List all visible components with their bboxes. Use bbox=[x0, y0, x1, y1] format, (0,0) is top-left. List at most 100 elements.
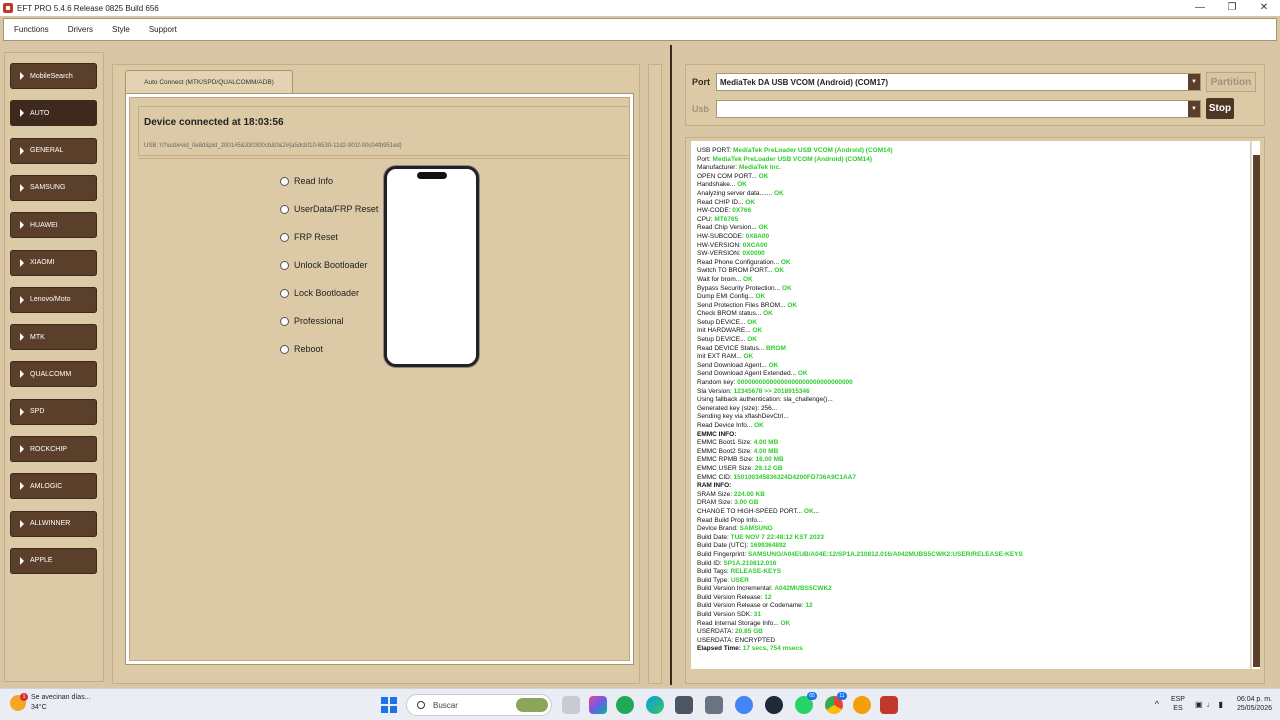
windows-start-icon[interactable] bbox=[381, 697, 397, 713]
usb-select[interactable]: ▼ bbox=[716, 100, 1201, 118]
radio-button[interactable] bbox=[280, 288, 289, 298]
whatsapp-icon[interactable]: 65 bbox=[795, 692, 817, 714]
app-icon-11[interactable] bbox=[853, 696, 871, 714]
tray-status-icons[interactable]: ▣♩▮ bbox=[1195, 700, 1227, 709]
option-frp-reset[interactable]: FRP Reset bbox=[280, 232, 338, 242]
app-icon-6[interactable] bbox=[705, 696, 723, 714]
weather-widget[interactable]: 1 Se avecinan días... 34°C bbox=[10, 693, 91, 713]
option-read-info[interactable]: Read Info bbox=[280, 176, 333, 186]
radio-button[interactable] bbox=[280, 316, 289, 326]
log-value: SAMSUNG bbox=[739, 525, 773, 533]
triangle-right-icon bbox=[20, 183, 24, 192]
close-icon[interactable]: ✕ bbox=[1248, 0, 1280, 16]
triangle-right-icon bbox=[20, 146, 24, 155]
port-select[interactable]: MediaTek DA USB VCOM (Android) (COM17) ▼ bbox=[716, 73, 1201, 91]
log-line: HW-VERSION: 0XCA00 bbox=[697, 241, 768, 249]
log-value: OK bbox=[747, 318, 757, 326]
log-line: Read Device Info... OK bbox=[697, 422, 764, 429]
log-value: OK bbox=[768, 361, 779, 369]
log-value: OK bbox=[780, 258, 791, 266]
log-output[interactable]: USB PORT: MediaTek PreLoader USB VCOM (A… bbox=[691, 141, 1250, 669]
log-line: Check BROM status... OK bbox=[697, 310, 773, 318]
phone-image bbox=[384, 166, 479, 367]
taskbar-search[interactable]: Buscar bbox=[406, 694, 552, 716]
log-value: OK bbox=[755, 293, 766, 301]
chevron-down-icon[interactable]: ▼ bbox=[1188, 101, 1200, 117]
log-value: OK bbox=[737, 181, 747, 189]
log-line: Wait for brom... OK bbox=[697, 275, 753, 283]
menu-drivers[interactable]: Drivers bbox=[68, 25, 93, 34]
language-indicator[interactable]: ESP ES bbox=[1171, 695, 1185, 713]
stop-button[interactable]: Stop bbox=[1206, 98, 1234, 119]
radio-button[interactable] bbox=[280, 260, 289, 270]
center-scroll-strip bbox=[648, 64, 662, 684]
app-icon-8[interactable] bbox=[765, 696, 783, 714]
restore-icon[interactable]: ❐ bbox=[1216, 0, 1248, 16]
log-value: 0X0000 bbox=[742, 250, 765, 258]
clock[interactable]: 06:04 p. m. 25/05/2026 bbox=[1237, 695, 1272, 713]
sidebar-item-allwinner[interactable]: ALLWINNER bbox=[10, 510, 97, 537]
log-value: 0X766 bbox=[732, 207, 752, 215]
chevron-up-icon[interactable]: ^ bbox=[1155, 699, 1159, 709]
menu-functions[interactable]: Functions bbox=[14, 25, 49, 34]
log-value: OK bbox=[763, 310, 773, 318]
sidebar-item-label: Lenovo/Moto bbox=[30, 296, 71, 304]
chevron-down-icon[interactable]: ▼ bbox=[1188, 74, 1200, 90]
scrollbar-thumb[interactable] bbox=[1253, 155, 1260, 667]
tab-auto-connect[interactable]: Auto Connect (MTK/SPD/QUALCOMM/ADB) bbox=[125, 70, 293, 94]
triangle-right-icon bbox=[20, 221, 24, 230]
sidebar-item-lenovo-moto[interactable]: Lenovo/Moto bbox=[10, 286, 97, 313]
radio-button[interactable] bbox=[280, 232, 289, 242]
phone-link-icon[interactable] bbox=[616, 696, 634, 714]
sidebar-item-samsung[interactable]: SAMSUNG bbox=[10, 174, 97, 201]
option-lock-bootloader[interactable]: Lock Bootloader bbox=[280, 288, 359, 298]
log-line: Random key: 0000000000000000000000000000… bbox=[697, 379, 853, 387]
option-unlock-bootloader[interactable]: Unlock Bootloader bbox=[280, 260, 368, 270]
sidebar-item-general[interactable]: GENERAL bbox=[10, 137, 97, 164]
menu-support[interactable]: Support bbox=[149, 25, 177, 34]
log-value: OK bbox=[745, 198, 756, 206]
log-value: A042MUBS5CWK2 bbox=[774, 585, 832, 593]
radio-button[interactable] bbox=[280, 204, 289, 214]
log-value: 20.85 GB bbox=[735, 628, 763, 636]
option-professional[interactable]: Professional bbox=[280, 316, 344, 326]
log-value: MediaTek Inc. bbox=[738, 164, 782, 172]
log-line: Elapsed Time: 17 secs, 754 msecs bbox=[697, 645, 803, 653]
sidebar-item-spd[interactable]: SPD bbox=[10, 398, 97, 425]
search-label: Buscar bbox=[433, 700, 458, 710]
option-userdata-frp-reset[interactable]: UserData/FRP Reset bbox=[280, 204, 378, 214]
sidebar-item-mobilesearch[interactable]: MobileSearch bbox=[10, 63, 97, 89]
sidebar-item-xiaomi[interactable]: XIAOMI bbox=[10, 249, 97, 276]
log-line: HW-CODE: 0X766 bbox=[697, 207, 752, 215]
device-info: Device connected at 18:03:56 USB: \\?\us… bbox=[138, 106, 630, 156]
sidebar-item-qualcomm[interactable]: QUALCOMM bbox=[10, 361, 97, 388]
radio-button[interactable] bbox=[280, 344, 289, 354]
sidebar-item-label: QUALCOMM bbox=[30, 370, 72, 378]
log-value: 150100345836324D4200FD736A9C1AA7 bbox=[733, 473, 856, 481]
task-view-icon[interactable] bbox=[562, 696, 580, 714]
log-value: 224.00 KB bbox=[733, 490, 765, 498]
eft-pro-icon[interactable] bbox=[880, 696, 898, 714]
clock-time: 06:04 p. m. bbox=[1236, 696, 1272, 703]
google-icon[interactable] bbox=[735, 696, 753, 714]
option-reboot[interactable]: Reboot bbox=[280, 344, 323, 354]
chrome-icon[interactable]: 11 bbox=[825, 692, 847, 714]
sidebar-item-amlogic[interactable]: AMLOGIC bbox=[10, 473, 97, 500]
sidebar-item-apple[interactable]: APPLE bbox=[10, 547, 97, 574]
log-line: Device Brand: SAMSUNG bbox=[697, 525, 773, 533]
sidebar-item-rockchip[interactable]: ROCKCHIP bbox=[10, 436, 97, 462]
partition-button[interactable]: Partition bbox=[1206, 72, 1256, 92]
log-line: Read Internal Storage Info... OK bbox=[697, 619, 791, 627]
log-scrollbar[interactable] bbox=[1251, 141, 1260, 669]
app-icon-5[interactable] bbox=[675, 696, 693, 714]
minimize-icon[interactable]: — bbox=[1184, 0, 1216, 16]
radio-button[interactable] bbox=[280, 176, 289, 186]
sidebar-item-auto[interactable]: AUTO bbox=[10, 100, 97, 127]
option-label: Reboot bbox=[294, 344, 324, 354]
sidebar-item-huawei[interactable]: HUAWEI bbox=[10, 212, 97, 239]
copilot-icon[interactable] bbox=[589, 696, 607, 714]
edge-icon[interactable] bbox=[646, 696, 664, 714]
panel-splitter[interactable] bbox=[670, 45, 672, 685]
menu-style[interactable]: Style bbox=[112, 25, 130, 34]
sidebar-item-mtk[interactable]: MTK bbox=[10, 324, 97, 351]
